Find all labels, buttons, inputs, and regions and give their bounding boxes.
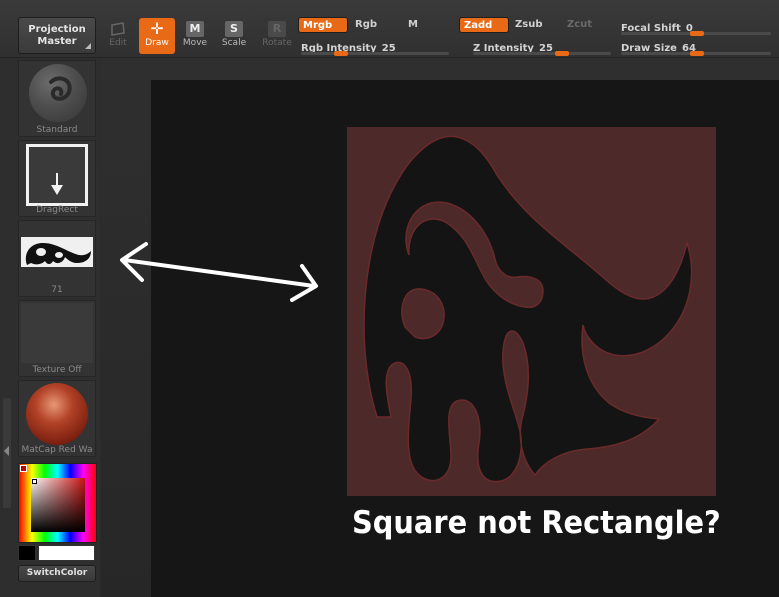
z-intensity-knob[interactable] xyxy=(555,51,569,56)
double-arrow-icon xyxy=(120,242,318,302)
rgb-toggle[interactable]: Rgb xyxy=(351,17,381,33)
alpha-selector[interactable]: 71 xyxy=(18,220,96,297)
main-color-chip[interactable] xyxy=(38,545,95,561)
stroke-label: DragRect xyxy=(36,205,78,215)
rotate-label: Rotate xyxy=(262,38,292,48)
matcap-red-wax-icon xyxy=(26,383,88,445)
color-saturation-square[interactable] xyxy=(31,478,85,532)
move-label: Move xyxy=(182,38,208,48)
alpha-thumbnail-icon xyxy=(21,237,93,267)
edit-icon xyxy=(109,21,127,37)
tray-collapse-handle[interactable] xyxy=(3,398,11,508)
annotation-text: Square not Rectangle? xyxy=(352,505,721,541)
move-icon: M xyxy=(186,21,204,37)
mrgb-toggle[interactable]: Mrgb xyxy=(298,17,348,33)
rotate-icon: R xyxy=(268,21,286,37)
zcut-toggle[interactable]: Zcut xyxy=(563,17,596,33)
edit-button[interactable]: Edit xyxy=(100,18,136,54)
scale-button[interactable]: S Scale xyxy=(216,18,252,54)
standard-brush-icon xyxy=(29,64,87,122)
material-selector[interactable]: MatCap Red Wa xyxy=(18,380,96,457)
corner-arrow-icon xyxy=(85,43,91,49)
rgb-intensity-slider[interactable]: Rgb Intensity 25 xyxy=(301,36,449,58)
material-label: MatCap Red Wa xyxy=(21,445,93,455)
secondary-color-chip[interactable] xyxy=(18,545,36,561)
focal-shift-slider[interactable]: Focal Shift 0 xyxy=(621,16,771,38)
texture-selector[interactable]: Texture Off xyxy=(18,300,96,377)
projection-master-label-1: Projection xyxy=(28,24,86,35)
draw-size-slider[interactable]: Draw Size 64 xyxy=(621,36,771,58)
scale-icon: S xyxy=(225,21,243,37)
alpha-label: 71 xyxy=(51,285,63,295)
draw-label: Draw xyxy=(145,38,169,48)
brush-selector[interactable]: Standard xyxy=(18,60,96,137)
stroke-selector[interactable]: DragRect xyxy=(18,140,96,217)
top-toolbar: Projection Master Edit ✛ Draw M Move S S… xyxy=(0,0,779,58)
projection-master-label-2: Master xyxy=(37,36,77,47)
switch-color-button[interactable]: SwitchColor xyxy=(18,565,96,582)
main-color-swatch-icon xyxy=(20,465,27,472)
draw-size-knob[interactable] xyxy=(690,51,704,56)
texture-off-icon xyxy=(21,303,93,363)
rgb-intensity-track xyxy=(301,52,449,55)
move-button[interactable]: M Move xyxy=(177,18,213,54)
m-toggle[interactable]: M xyxy=(404,17,422,33)
rgb-intensity-knob[interactable] xyxy=(334,51,348,56)
texture-label: Texture Off xyxy=(32,365,82,375)
painted-texture-square[interactable] xyxy=(347,127,716,496)
rotate-button[interactable]: R Rotate xyxy=(259,18,295,54)
zadd-toggle[interactable]: Zadd xyxy=(459,17,509,33)
dragrect-stroke-icon xyxy=(26,144,88,206)
edit-label: Edit xyxy=(109,38,127,48)
scale-label: Scale xyxy=(221,38,247,48)
left-tray: Standard DragRect 71 Texture Off MatCap … xyxy=(0,58,100,597)
brush-label: Standard xyxy=(36,125,78,135)
projection-master-button[interactable]: Projection Master xyxy=(18,17,96,54)
z-intensity-slider[interactable]: Z Intensity 25 xyxy=(473,36,611,58)
draw-icon: ✛ xyxy=(150,19,164,38)
draw-button[interactable]: ✛ Draw xyxy=(139,18,175,54)
z-intensity-track xyxy=(473,52,611,55)
zsub-toggle[interactable]: Zsub xyxy=(511,17,546,33)
color-picker-cursor-icon xyxy=(32,479,37,484)
alpha-brush-stroke-shape xyxy=(363,135,693,483)
color-picker[interactable] xyxy=(18,463,97,543)
